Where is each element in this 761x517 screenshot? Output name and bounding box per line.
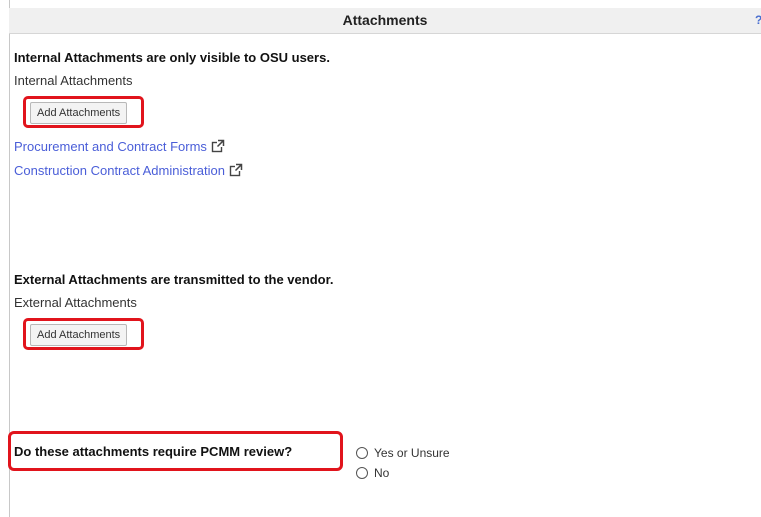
radio-yes-or-unsure-label: Yes or Unsure	[374, 446, 450, 460]
help-icon[interactable]: ?	[755, 13, 761, 27]
procurement-forms-link-label: Procurement and Contract Forms	[14, 139, 207, 154]
radio-no-label: No	[374, 466, 390, 480]
attachments-header: Attachments ?	[9, 8, 761, 34]
external-add-attachments-button[interactable]: Add Attachments	[30, 324, 128, 346]
internal-attachments-heading: Internal Attachments are only visible to…	[14, 50, 330, 65]
page-title: Attachments	[342, 12, 428, 28]
pcmm-review-question: Do these attachments require PCMM review…	[14, 444, 293, 459]
procurement-forms-link[interactable]: Procurement and Contract Forms	[14, 139, 225, 155]
internal-add-attachments-button[interactable]: Add Attachments	[30, 102, 128, 124]
radio-no[interactable]	[356, 467, 368, 479]
radio-option-yes-or-unsure[interactable]: Yes or Unsure	[356, 446, 450, 460]
construction-contract-link-label: Construction Contract Administration	[14, 163, 225, 178]
internal-attachments-label: Internal Attachments	[14, 73, 133, 88]
external-link-icon	[229, 163, 243, 177]
external-attachments-heading: External Attachments are transmitted to …	[14, 272, 334, 287]
radio-yes-or-unsure[interactable]	[356, 447, 368, 459]
construction-contract-link[interactable]: Construction Contract Administration	[14, 163, 243, 179]
external-attachments-label: External Attachments	[14, 295, 137, 310]
radio-option-no[interactable]: No	[356, 466, 389, 480]
external-link-icon	[211, 139, 225, 153]
